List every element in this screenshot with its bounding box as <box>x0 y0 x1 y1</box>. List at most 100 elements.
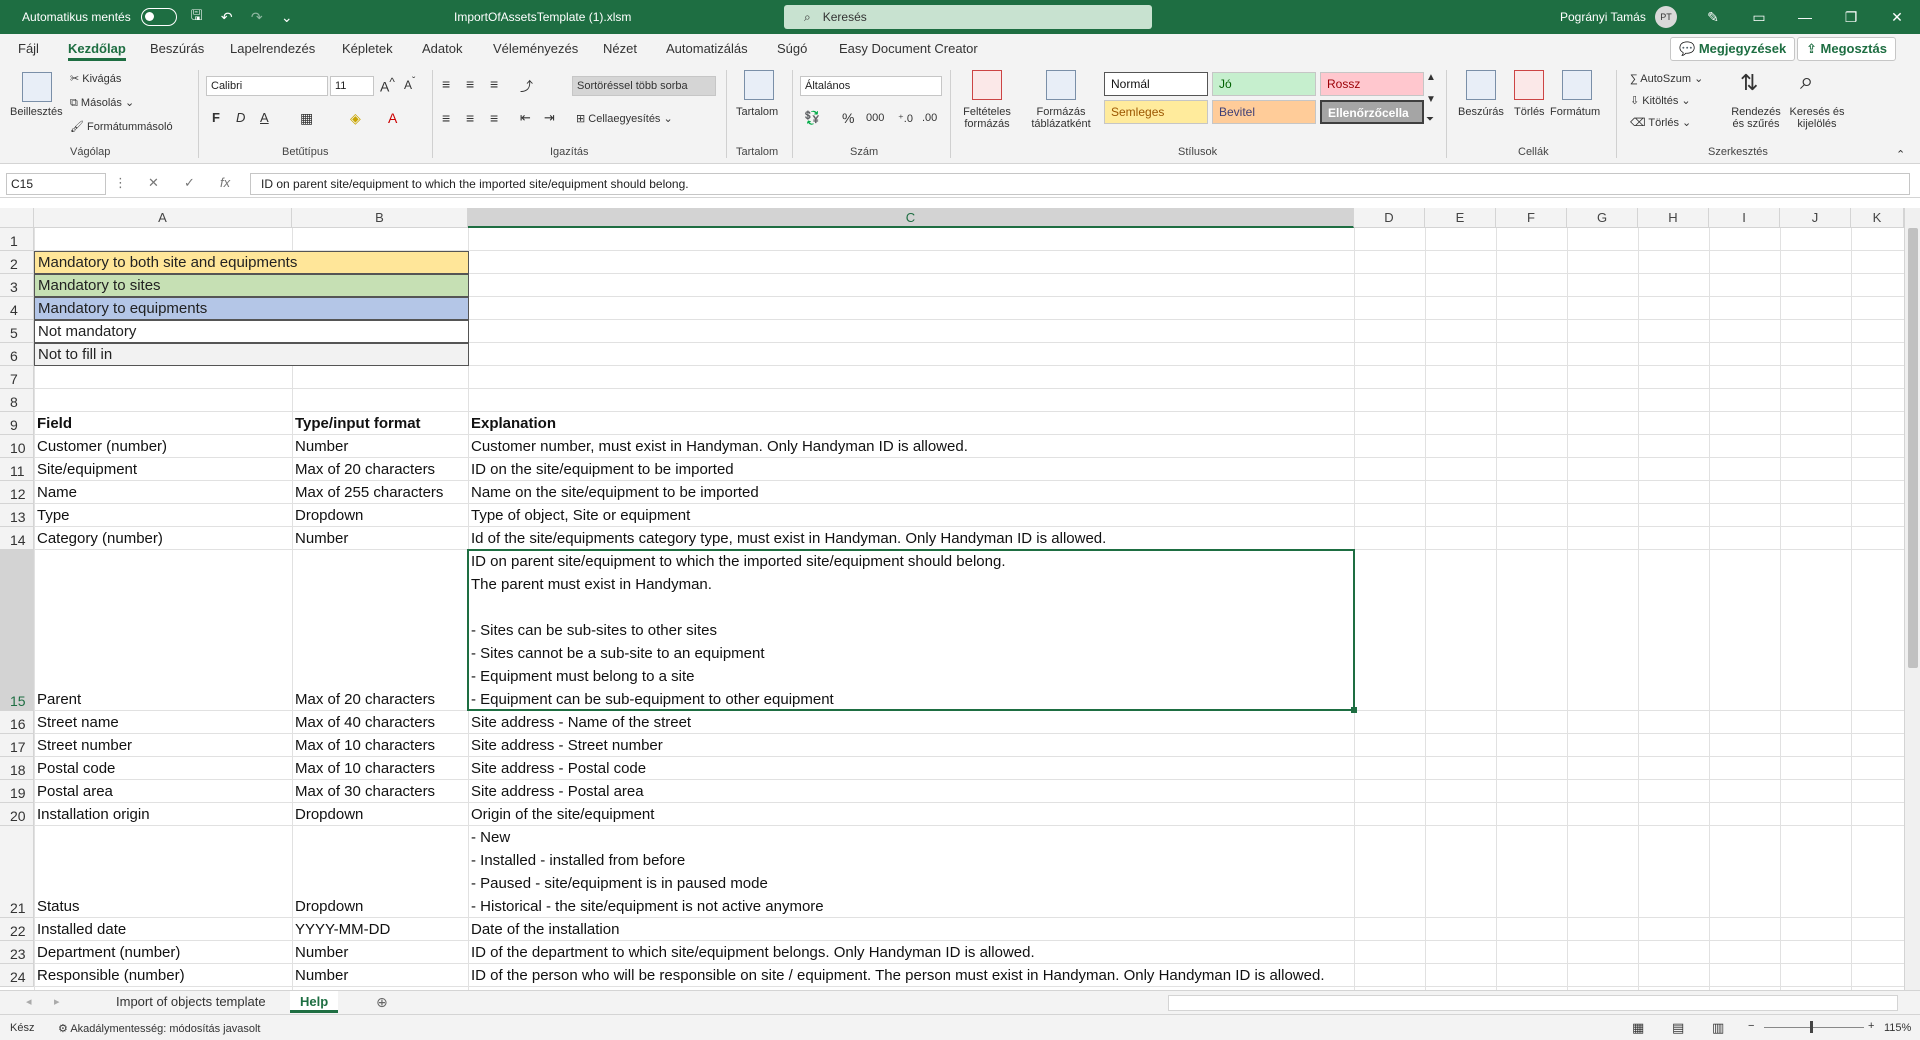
explanation-cell[interactable]: Site address - Postal area <box>468 780 1354 803</box>
row-header[interactable]: 2 <box>0 251 34 274</box>
borders-icon[interactable]: ▦ <box>300 110 313 127</box>
clear-button[interactable]: ⌫ Törlés ⌄ <box>1630 116 1691 129</box>
column-header[interactable]: H <box>1638 208 1709 228</box>
type-cell[interactable]: Max of 30 characters <box>292 780 468 803</box>
row-header[interactable]: 3 <box>0 274 34 297</box>
field-cell[interactable]: Department (number) <box>34 941 292 964</box>
explanation-cell[interactable]: Site address - Postal code <box>468 757 1354 780</box>
explanation-cell[interactable]: Site address - Street number <box>468 734 1354 757</box>
tab-insert[interactable]: Beszúrás <box>150 41 204 56</box>
type-cell[interactable]: Max of 20 characters <box>292 688 468 711</box>
content-icon[interactable] <box>744 70 774 100</box>
customize-qat-icon[interactable]: ⌄ <box>277 9 297 26</box>
type-cell[interactable]: Number <box>292 527 468 550</box>
field-cell[interactable]: Type <box>34 504 292 527</box>
normal-view-icon[interactable]: ▦ <box>1632 1020 1644 1036</box>
legend-cell[interactable]: Not mandatory <box>34 320 469 343</box>
field-cell[interactable]: Installation origin <box>34 803 292 826</box>
tab-home[interactable]: Kezdőlap <box>68 41 126 61</box>
formula-input[interactable]: ID on parent site/equipment to which the… <box>250 173 1910 195</box>
user-name[interactable]: Pogrányi Tamás <box>1560 0 1646 34</box>
align-left-icon[interactable]: ≡ <box>442 110 450 126</box>
tab-view[interactable]: Nézet <box>603 41 637 56</box>
wrap-text-button[interactable]: Sortöréssel több sorba <box>572 76 716 96</box>
row-header[interactable]: 8 <box>0 389 34 412</box>
minimize-icon[interactable]: — <box>1782 0 1828 34</box>
explanation-cell[interactable]: ID on the site/equipment to be imported <box>468 458 1354 481</box>
field-cell[interactable]: Customer (number) <box>34 435 292 458</box>
save-icon[interactable]: 🖫 <box>187 5 207 29</box>
tab-help[interactable]: Súgó <box>777 41 807 56</box>
orientation-icon[interactable]: ⤴ <box>520 76 533 95</box>
legend-cell[interactable]: Mandatory to sites <box>34 274 469 297</box>
collapse-ribbon-icon[interactable]: ⌃ <box>1896 148 1905 161</box>
tab-data[interactable]: Adatok <box>422 41 462 56</box>
align-top-icon[interactable]: ≡ <box>442 76 450 92</box>
legend-cell[interactable]: Mandatory to equipments <box>34 297 469 320</box>
font-size-select[interactable]: 11 <box>330 76 374 96</box>
tab-formulas[interactable]: Képletek <box>342 41 393 56</box>
spreadsheet-grid[interactable]: A B C D E F G H I J K 1 2 3 4 5 6 7 8 9 10 11 12 13 1… <box>0 208 1904 990</box>
accessibility-status[interactable]: ⚙ Akadálymentesség: módosítás javasolt <box>58 1022 260 1035</box>
row-header[interactable]: 6 <box>0 343 34 366</box>
styles-scroll-up-icon[interactable]: ▲ <box>1426 72 1436 83</box>
explanation-cell[interactable]: Name on the site/equipment to be importe… <box>468 481 1354 504</box>
indent-decrease-icon[interactable]: ⇤ <box>520 110 531 126</box>
column-header[interactable]: J <box>1780 208 1851 228</box>
explanation-cell[interactable]: Site address - Name of the street <box>468 711 1354 734</box>
style-check-cell[interactable]: Ellenőrzőcella <box>1320 100 1424 124</box>
row-header[interactable]: 4 <box>0 297 34 320</box>
tab-easy-document-creator[interactable]: Easy Document Creator <box>839 41 978 56</box>
page-layout-view-icon[interactable]: ▤ <box>1672 1020 1684 1036</box>
type-cell[interactable]: Number <box>292 435 468 458</box>
column-header[interactable]: C <box>468 208 1354 228</box>
legend-cell[interactable]: Not to fill in <box>34 343 469 366</box>
explanation-cell[interactable]: ID of the person who will be responsible… <box>468 964 1354 987</box>
copy-button[interactable]: ⧉ Másolás ⌄ <box>70 96 134 110</box>
font-color-icon[interactable]: A <box>388 110 397 126</box>
header-type[interactable]: Type/input format <box>292 412 468 435</box>
merge-button[interactable]: ⊞ Cellaegyesítés ⌄ <box>576 112 673 125</box>
row-header[interactable]: 13 <box>0 504 34 527</box>
sort-filter-button[interactable]: Rendezés és szűrés <box>1724 106 1788 130</box>
pen-icon[interactable]: ✎ <box>1690 0 1736 34</box>
tab-automate[interactable]: Automatizálás <box>666 41 748 56</box>
font-name-select[interactable]: Calibri <box>206 76 328 96</box>
sheet-tab-import[interactable]: Import of objects template <box>106 991 276 1013</box>
style-normal[interactable]: Normál <box>1104 72 1208 96</box>
insert-function-icon[interactable]: fx <box>220 175 230 190</box>
field-cell[interactable]: Category (number) <box>34 527 292 550</box>
explanation-cell[interactable]: Origin of the site/equipment <box>468 803 1354 826</box>
conditional-format-icon[interactable] <box>972 70 1002 100</box>
autosum-button[interactable]: ∑ AutoSzum ⌄ <box>1630 72 1703 85</box>
search-box[interactable]: ⌕ Keresés <box>784 5 1152 29</box>
column-header[interactable]: E <box>1425 208 1496 228</box>
next-sheet-icon[interactable]: ▸ <box>54 995 60 1008</box>
style-good[interactable]: Jó <box>1212 72 1316 96</box>
row-header[interactable]: 11 <box>0 458 34 481</box>
field-cell[interactable]: Status <box>34 895 292 918</box>
tab-page-layout[interactable]: Lapelrendezés <box>230 41 315 56</box>
style-input[interactable]: Bevitel <box>1212 100 1316 124</box>
sheet-tab-help[interactable]: Help <box>290 991 339 1013</box>
format-cells-button[interactable]: Formátum <box>1550 106 1600 118</box>
italic-button[interactable]: D <box>236 110 245 125</box>
find-select-button[interactable]: Keresés és kijelölés <box>1788 106 1846 130</box>
field-cell[interactable]: Site/equipment <box>34 458 292 481</box>
format-painter-button[interactable]: 🖌 Formátummásoló <box>70 120 173 133</box>
type-cell[interactable]: Max of 255 characters <box>292 481 468 504</box>
zoom-in-icon[interactable]: + <box>1868 1020 1874 1032</box>
row-header[interactable]: 5 <box>0 320 34 343</box>
type-cell[interactable]: Dropdown <box>292 803 468 826</box>
style-neutral[interactable]: Semleges <box>1104 100 1208 124</box>
cancel-icon[interactable]: ✕ <box>148 175 159 191</box>
paste-icon[interactable] <box>22 72 52 102</box>
row-header[interactable]: 23 <box>0 941 34 964</box>
align-middle-icon[interactable]: ≡ <box>466 76 474 92</box>
row-header[interactable]: 15 <box>0 550 34 711</box>
fill-button[interactable]: ⇩ Kitöltés ⌄ <box>1630 94 1691 107</box>
add-sheet-icon[interactable]: ⊕ <box>376 994 388 1011</box>
type-cell[interactable]: Number <box>292 964 468 987</box>
field-cell[interactable]: Parent <box>34 688 292 711</box>
row-header[interactable]: 12 <box>0 481 34 504</box>
